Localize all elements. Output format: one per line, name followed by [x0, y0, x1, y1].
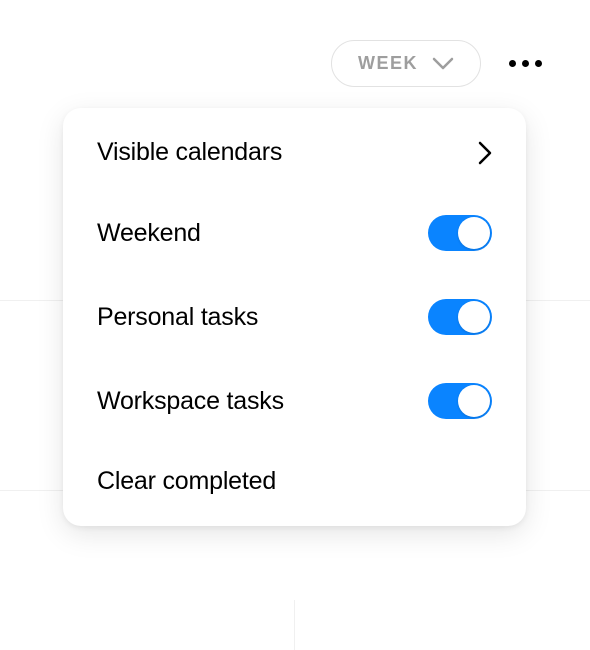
- more-dots-icon: [522, 60, 529, 67]
- menu-item-label: Visible calendars: [97, 138, 282, 167]
- toggle-knob: [458, 301, 490, 333]
- chevron-right-icon: [478, 141, 492, 165]
- toggle-workspace-tasks[interactable]: [428, 383, 492, 419]
- menu-item-weekend: Weekend: [63, 191, 526, 275]
- menu-item-workspace-tasks: Workspace tasks: [63, 359, 526, 443]
- toolbar: WEEK: [331, 40, 550, 87]
- toggle-personal-tasks[interactable]: [428, 299, 492, 335]
- menu-item-visible-calendars[interactable]: Visible calendars: [63, 114, 526, 191]
- menu-item-clear-completed[interactable]: Clear completed: [63, 443, 526, 520]
- menu-item-label: Weekend: [97, 219, 201, 248]
- more-dots-icon: [509, 60, 516, 67]
- toggle-weekend[interactable]: [428, 215, 492, 251]
- menu-item-label: Clear completed: [97, 467, 276, 496]
- menu-item-label: Personal tasks: [97, 303, 258, 332]
- grid-line: [294, 600, 295, 650]
- menu-item-label: Workspace tasks: [97, 387, 284, 416]
- toggle-knob: [458, 217, 490, 249]
- more-button[interactable]: [501, 52, 550, 75]
- view-dropdown-label: WEEK: [358, 53, 418, 74]
- view-dropdown[interactable]: WEEK: [331, 40, 481, 87]
- toggle-knob: [458, 385, 490, 417]
- chevron-down-icon: [432, 57, 454, 71]
- menu-item-personal-tasks: Personal tasks: [63, 275, 526, 359]
- options-menu: Visible calendars Weekend Personal tasks…: [63, 108, 526, 526]
- more-dots-icon: [535, 60, 542, 67]
